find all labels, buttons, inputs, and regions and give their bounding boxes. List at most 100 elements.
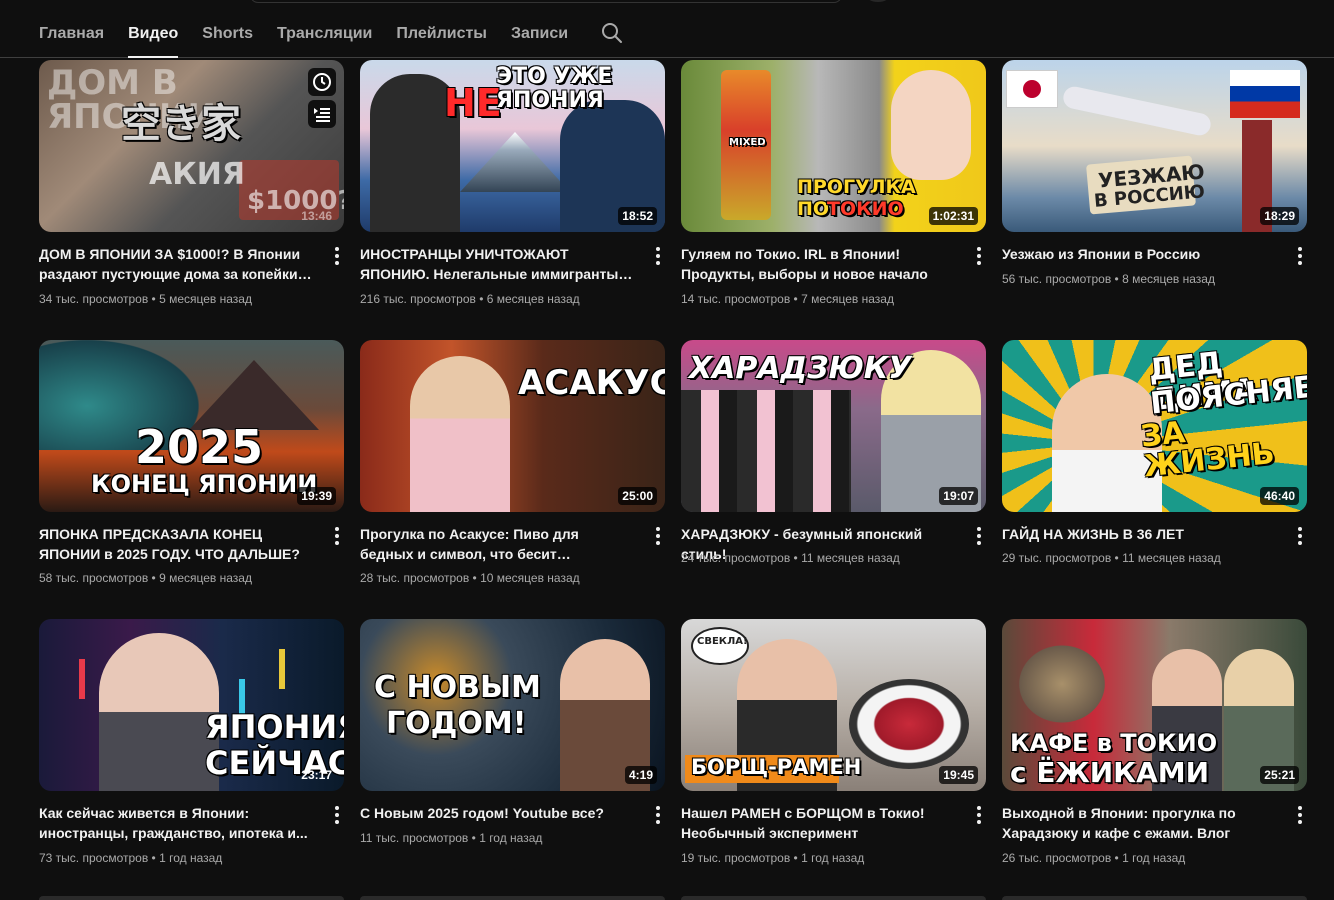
search-icon[interactable] xyxy=(600,21,624,45)
channel-tabs: Главная Видео Shorts Трансляции Плейлист… xyxy=(39,0,624,58)
tab-shorts[interactable]: Shorts xyxy=(202,0,253,57)
video-title[interactable]: Выходной в Японии: прогулка по Харадзюку… xyxy=(1002,803,1277,843)
video-thumbnail[interactable]: АСАКУСА 25:00 xyxy=(360,340,665,512)
video-thumbnail[interactable]: ЯПОНИЯ СЕЙЧАС 23:17 xyxy=(39,619,344,791)
next-row-thumbnail-edge xyxy=(1002,896,1307,900)
video-thumbnail[interactable]: УЕЗЖАЮ В РОССИЮ 18:29 xyxy=(1002,60,1307,232)
video-meta: 73 тыс. просмотров • 1 год назад xyxy=(39,851,223,865)
video-meta: 14 тыс. просмотров • 7 месяцев назад xyxy=(681,292,894,306)
video-thumbnail[interactable]: С НОВЫМ ГОДОМ! 4:19 xyxy=(360,619,665,791)
thumb-text: MIXED xyxy=(729,137,766,148)
thumb-text: ТОКИО xyxy=(827,198,904,220)
next-row-thumbnail-edge xyxy=(39,896,344,900)
video-meta: 29 тыс. просмотров • 11 месяцев назад xyxy=(1002,551,1221,565)
thumb-text: ЯПОНИЯ xyxy=(205,708,344,746)
upload-age: 5 месяцев назад xyxy=(159,292,252,306)
video-thumbnail[interactable]: ДЕД ДИМА ПОЯСНЯЕТ ЗА ЖИЗНЬ 46:40 xyxy=(1002,340,1307,512)
video-title[interactable]: С Новым 2025 годом! Youtube все? xyxy=(360,803,635,823)
video-duration: 19:39 xyxy=(297,487,336,505)
face-shape xyxy=(891,70,971,180)
tab-posts[interactable]: Записи xyxy=(511,0,568,57)
video-card: КАФЕ в ТОКИО с ЁЖИКАМИ 25:21 Выходной в … xyxy=(1002,619,1307,865)
view-count: 34 тыс. просмотров xyxy=(39,292,149,306)
add-to-queue-button[interactable] xyxy=(308,100,336,128)
video-card: ХАРАДЗЮКУ 19:07 ХАРАДЗЮКУ - безумный япо… xyxy=(681,340,986,565)
watch-later-button[interactable] xyxy=(308,68,336,96)
video-card: MIXED ПРОГУЛКА ПО ТОКИО 1:02:31 Гуляем п… xyxy=(681,60,986,306)
view-count: 11 тыс. просмотров xyxy=(360,831,469,845)
video-duration: 18:29 xyxy=(1260,207,1299,225)
hedgehog-shape xyxy=(1012,639,1112,729)
video-title[interactable]: Нашел РАМЕН с БОРЩОМ в Токио! Необычный … xyxy=(681,803,956,843)
video-title[interactable]: ГАЙД НА ЖИЗНЬ В 36 ЛЕТ xyxy=(1002,524,1277,544)
video-card: НЕ ЭТО УЖЕ ЯПОНИЯ 18:52 ИНОСТРАНЦЫ УНИЧТ… xyxy=(360,60,665,306)
thumb-text: АКИЯ xyxy=(149,157,245,192)
video-meta: 56 тыс. просмотров • 8 месяцев назад xyxy=(1002,272,1215,286)
upload-age: 10 месяцев назад xyxy=(480,571,580,585)
view-count: 58 тыс. просмотров xyxy=(39,571,149,585)
airplane-icon xyxy=(1061,84,1213,138)
video-card: ДЕД ДИМА ПОЯСНЯЕТ ЗА ЖИЗНЬ 46:40 ГАЙД НА… xyxy=(1002,340,1307,565)
video-title[interactable]: Как сейчас живется в Японии: иностранцы,… xyxy=(39,803,314,843)
more-options-button[interactable] xyxy=(1293,805,1307,825)
tab-home[interactable]: Главная xyxy=(39,0,104,57)
mic-button-edge xyxy=(866,0,890,2)
more-options-button[interactable] xyxy=(972,246,986,266)
upload-age: 1 год назад xyxy=(1122,851,1186,865)
video-card: 2025 КОНЕЦ ЯПОНИИ 19:39 ЯПОНКА ПРЕДСКАЗА… xyxy=(39,340,344,585)
thumb-text: ЗА ЖИЗНЬ xyxy=(1139,415,1277,485)
video-thumbnail[interactable]: КАФЕ в ТОКИО с ЁЖИКАМИ 25:21 xyxy=(1002,619,1307,791)
video-title[interactable]: Прогулка по Асакусе: Пиво для бедных и с… xyxy=(360,524,635,564)
video-duration: 46:40 xyxy=(1260,487,1299,505)
tab-live[interactable]: Трансляции xyxy=(277,0,372,57)
video-thumbnail[interactable]: ДОМ В ЯПОНИИ 空き家 АКИЯ $1000? 13:46 xyxy=(39,60,344,232)
view-count: 19 тыс. просмотров xyxy=(681,851,791,865)
video-thumbnail[interactable]: НЕ ЭТО УЖЕ ЯПОНИЯ 18:52 xyxy=(360,60,665,232)
ramen-bowl-shape xyxy=(849,679,969,769)
upload-age: 7 месяцев назад xyxy=(801,292,894,306)
thumb-text: НЕ xyxy=(444,81,502,125)
more-options-button[interactable] xyxy=(651,526,665,546)
tab-playlists[interactable]: Плейлисты xyxy=(396,0,487,57)
view-count: 26 тыс. просмотров xyxy=(1002,851,1112,865)
more-options-button[interactable] xyxy=(651,246,665,266)
video-title[interactable]: ИНОСТРАНЦЫ УНИЧТОЖАЮТ ЯПОНИЮ. Нелегальны… xyxy=(360,244,635,284)
group-shape xyxy=(681,390,851,512)
upload-age: 1 год назад xyxy=(479,831,543,845)
view-count: 24 тыс. просмотров xyxy=(681,551,791,565)
video-thumbnail[interactable]: 2025 КОНЕЦ ЯПОНИИ 19:39 xyxy=(39,340,344,512)
upload-age: 11 месяцев назад xyxy=(1122,551,1221,565)
video-title[interactable]: ЯПОНКА ПРЕДСКАЗАЛА КОНЕЦ ЯПОНИИ в 2025 Г… xyxy=(39,524,314,564)
upload-age: 1 год назад xyxy=(159,851,223,865)
view-count: 14 тыс. просмотров xyxy=(681,292,791,306)
upload-age: 1 год назад xyxy=(801,851,865,865)
person-shape xyxy=(410,356,510,512)
video-title[interactable]: Гуляем по Токио. IRL в Японии! Продукты,… xyxy=(681,244,956,284)
tab-videos[interactable]: Видео xyxy=(128,0,179,58)
video-duration: 25:21 xyxy=(1260,766,1299,784)
view-count: 28 тыс. просмотров xyxy=(360,571,470,585)
more-options-button[interactable] xyxy=(330,805,344,825)
thumb-text: ГОДОМ! xyxy=(386,706,527,741)
more-options-button[interactable] xyxy=(972,805,986,825)
thumb-text: 2025 xyxy=(135,420,264,474)
more-options-button[interactable] xyxy=(1293,246,1307,266)
video-thumbnail[interactable]: СВЕКЛА! БОРЩ-РАМЕН 19:45 xyxy=(681,619,986,791)
video-card: ЯПОНИЯ СЕЙЧАС 23:17 Как сейчас живется в… xyxy=(39,619,344,865)
video-duration: 4:19 xyxy=(624,766,657,784)
more-options-button[interactable] xyxy=(330,246,344,266)
neon-lights-shape xyxy=(79,659,85,699)
more-options-button[interactable] xyxy=(651,805,665,825)
video-title[interactable]: Уезжаю из Японии в Россию xyxy=(1002,244,1277,264)
more-options-button[interactable] xyxy=(972,526,986,546)
thumb-text: ХАРАДЗЮКУ xyxy=(689,351,912,386)
more-options-button[interactable] xyxy=(330,526,344,546)
video-duration: 25:00 xyxy=(618,487,657,505)
video-thumbnail[interactable]: MIXED ПРОГУЛКА ПО ТОКИО 1:02:31 xyxy=(681,60,986,232)
video-title[interactable]: ДОМ В ЯПОНИИ ЗА $1000!? В Японии раздают… xyxy=(39,244,314,284)
video-meta: 28 тыс. просмотров • 10 месяцев назад xyxy=(360,571,580,585)
video-thumbnail[interactable]: ХАРАДЗЮКУ 19:07 xyxy=(681,340,986,512)
video-card: ДОМ В ЯПОНИИ 空き家 АКИЯ $1000? 13:46 ДОМ В… xyxy=(39,60,344,306)
thumb-text: КАФЕ в ТОКИО xyxy=(1010,729,1218,757)
more-options-button[interactable] xyxy=(1293,526,1307,546)
